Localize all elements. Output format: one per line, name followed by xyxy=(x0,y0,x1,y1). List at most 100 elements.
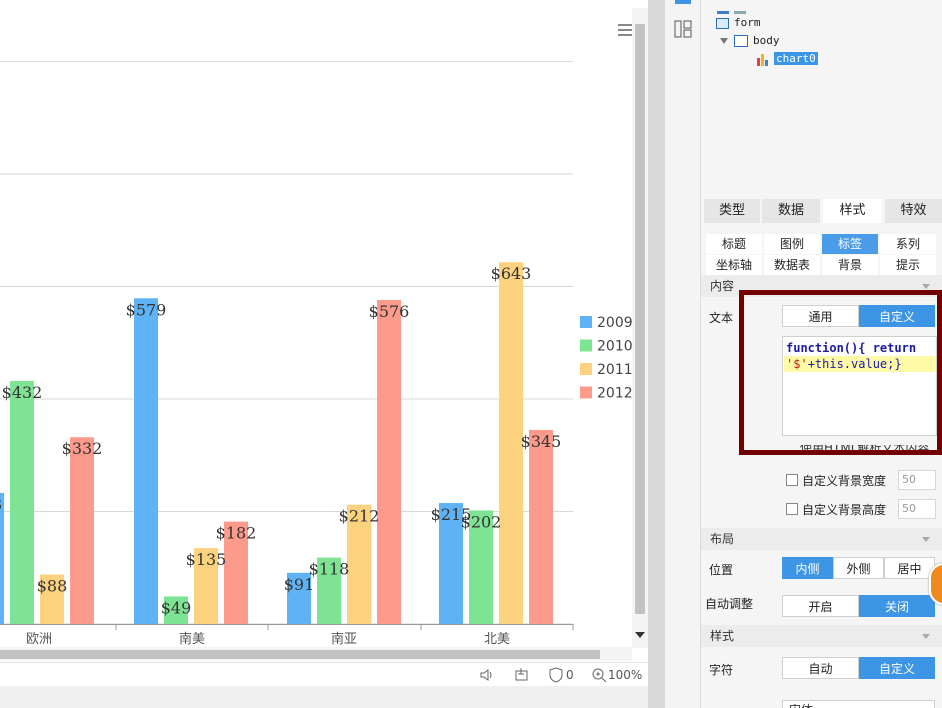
legend-label: 2010 xyxy=(597,339,632,355)
data-label: 33 xyxy=(0,495,2,514)
auto-adjust-off[interactable]: 关闭 xyxy=(859,595,935,617)
bar-2012 xyxy=(377,299,401,624)
bar-2012 xyxy=(529,429,553,624)
legend: 2009 2010 2011 2012 xyxy=(580,315,632,402)
scroll-down-arrow-icon[interactable] xyxy=(635,632,645,638)
icon-toolbar xyxy=(665,0,701,708)
vertical-scroll-thumb[interactable] xyxy=(635,24,645,614)
char-label: 字符 xyxy=(709,663,734,677)
custom-bg-height-checkbox[interactable] xyxy=(786,503,798,515)
zoom-level[interactable]: 100% xyxy=(608,667,642,683)
speaker-icon[interactable] xyxy=(479,667,495,683)
horizontal-scroll-thumb[interactable] xyxy=(0,650,600,659)
char-auto[interactable]: 自动 xyxy=(782,657,859,679)
chart-menu-icon[interactable] xyxy=(618,24,632,36)
bar-2010 xyxy=(10,380,34,624)
layout-panel-icon[interactable] xyxy=(674,20,692,38)
data-label: $345 xyxy=(521,432,562,451)
data-label: $432 xyxy=(2,383,43,402)
subtab-1[interactable]: 图例 xyxy=(764,234,820,254)
category-label: 南亚 xyxy=(331,631,357,647)
legend-swatch xyxy=(580,363,592,375)
data-label: $182 xyxy=(216,524,257,543)
legend-swatch xyxy=(580,339,592,352)
char-custom[interactable]: 自定义 xyxy=(859,657,935,679)
annotation-highlight-frame xyxy=(739,290,942,455)
data-label: $576 xyxy=(369,302,410,321)
status-bar: 0 100% xyxy=(0,662,648,686)
custom-bg-height-label: 自定义背景高度 xyxy=(802,503,887,517)
body-icon xyxy=(734,35,748,47)
custom-bg-width-checkbox[interactable] xyxy=(786,474,798,486)
tree-label-chart: chart0 xyxy=(774,52,818,65)
collapse-arrow-icon[interactable] xyxy=(720,38,728,44)
bar-2011 xyxy=(499,262,523,624)
data-label: $118 xyxy=(309,560,350,579)
position-outside[interactable]: 外侧 xyxy=(833,557,884,579)
legend-swatch xyxy=(580,316,592,328)
form-icon xyxy=(716,17,729,29)
chart-icon xyxy=(756,53,770,66)
subtab-3[interactable]: 系列 xyxy=(880,234,936,254)
data-label: $212 xyxy=(339,507,380,526)
tree-node-chart[interactable]: chart0 xyxy=(756,51,818,67)
data-label: $643 xyxy=(491,264,532,283)
collapse-icon[interactable] xyxy=(922,284,930,289)
bar-2009 xyxy=(134,298,158,624)
section-content-title: 内容 xyxy=(710,279,735,293)
chart-canvas: 33$432$88$332$579$49$135$182$91$118$212$… xyxy=(0,0,648,686)
collapse-icon[interactable] xyxy=(922,634,930,639)
active-tool-indicator xyxy=(675,0,691,4)
legend-label: 2011 xyxy=(597,362,632,378)
auto-adjust-label: 自动调整 xyxy=(705,597,754,611)
subtab-0[interactable]: 标题 xyxy=(706,234,762,254)
custom-bg-width-input[interactable]: 50 xyxy=(898,470,936,490)
font-select[interactable]: 宋体 xyxy=(782,700,935,708)
tree-node-body[interactable]: body xyxy=(720,33,780,49)
tab-1[interactable]: 数据 xyxy=(762,199,820,223)
subtab-4[interactable]: 坐标轴 xyxy=(706,255,762,275)
data-label: $332 xyxy=(62,439,103,458)
subtab-5[interactable]: 数据表 xyxy=(764,255,820,275)
x-axis: 欧洲 南美 南亚 北美 xyxy=(0,624,574,647)
tab-0[interactable]: 类型 xyxy=(704,199,760,223)
data-label: $579 xyxy=(126,300,167,319)
category-label: 南美 xyxy=(179,631,205,647)
custom-bg-width-label: 自定义背景宽度 xyxy=(802,474,887,488)
custom-bg-height-input[interactable]: 50 xyxy=(898,499,936,519)
legend-label: 2012 xyxy=(597,386,632,402)
tab-2[interactable]: 样式 xyxy=(823,199,882,223)
section-style-title: 样式 xyxy=(710,629,735,643)
subtab-2[interactable]: 标签 xyxy=(822,234,878,254)
tree-top-icons xyxy=(716,0,756,14)
shield-icon[interactable] xyxy=(549,667,563,683)
tree-label-body: body xyxy=(753,34,780,47)
floating-assistant-button[interactable] xyxy=(929,563,942,605)
data-label: $88 xyxy=(37,576,68,595)
text-label: 文本 xyxy=(709,311,734,325)
screen: { "chart": { "colors": ["#5fb3f5", "#7fe… xyxy=(0,0,942,708)
legend-swatch xyxy=(580,386,592,399)
legend-label: 2009 xyxy=(597,315,632,331)
data-label: $202 xyxy=(461,512,502,531)
position-center[interactable]: 居中 xyxy=(884,557,935,579)
chart-svg: 33$432$88$332$579$49$135$182$91$118$212$… xyxy=(0,24,632,647)
category-label: 北美 xyxy=(484,632,510,647)
zoom-icon[interactable] xyxy=(591,667,607,683)
data-label: $135 xyxy=(186,550,227,569)
tab-3[interactable]: 特效 xyxy=(885,199,942,223)
position-label: 位置 xyxy=(709,563,734,577)
position-inside[interactable]: 内侧 xyxy=(782,557,833,579)
splitter[interactable] xyxy=(648,0,665,708)
data-label: $49 xyxy=(161,598,192,617)
section-layout-header[interactable]: 布局 xyxy=(701,528,942,550)
tree-node-form[interactable]: form xyxy=(716,15,761,31)
subtab-6[interactable]: 背景 xyxy=(822,255,878,275)
section-style-header[interactable]: 样式 xyxy=(701,625,942,647)
layout-icon[interactable] xyxy=(514,667,530,683)
auto-adjust-on[interactable]: 开启 xyxy=(782,595,859,617)
subtab-7[interactable]: 提示 xyxy=(880,255,936,275)
bar-2012 xyxy=(70,437,94,624)
comments-count: 0 xyxy=(566,668,574,682)
collapse-icon[interactable] xyxy=(922,537,930,542)
